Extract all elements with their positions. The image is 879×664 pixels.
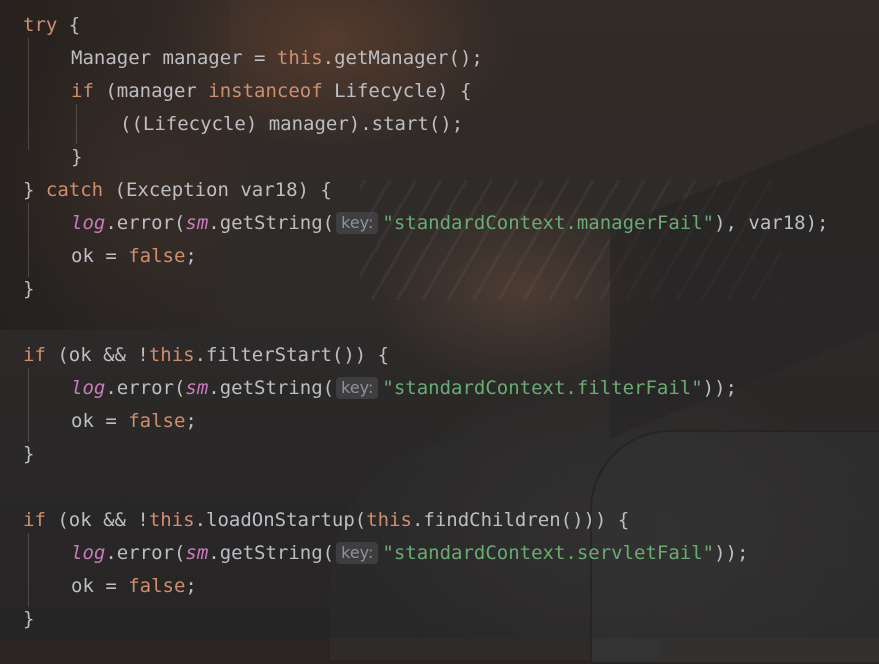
code-line-12: log.error(sm.getString(key: "standardCont… xyxy=(71,372,737,405)
code-text: } xyxy=(23,608,35,630)
keyword: this xyxy=(148,344,195,366)
keyword: false xyxy=(128,575,186,597)
code-text: .getString( xyxy=(208,542,335,564)
parameter-hint: key: xyxy=(336,212,379,234)
keyword: this xyxy=(276,47,323,69)
string-literal: "standardContext.filterFail" xyxy=(382,377,703,399)
code-line-16: if (ok && !this.loadOnStartup(this.findC… xyxy=(23,504,629,537)
code-text: } xyxy=(23,179,46,201)
code-line-11: if (ok && !this.filterStart()) { xyxy=(23,339,389,372)
field-name: log xyxy=(71,542,106,564)
keyword: catch xyxy=(45,179,104,201)
code-text: ok = xyxy=(71,410,129,432)
code-line-2: Manager manager = this.getManager(); xyxy=(71,42,483,75)
indent-guide xyxy=(28,533,29,607)
code-text: .loadOnStartup( xyxy=(194,509,367,531)
keyword: false xyxy=(128,410,186,432)
keyword: this xyxy=(366,509,412,531)
code-line-8: ok = false; xyxy=(71,240,197,273)
code-text: } xyxy=(71,146,83,168)
parameter-hint: key: xyxy=(336,542,379,564)
code-text: ; xyxy=(185,410,197,432)
code-text: (ok && ! xyxy=(45,509,149,531)
code-editor[interactable]: try { Manager manager = this.getManager(… xyxy=(0,0,879,638)
field-name: log xyxy=(71,212,106,234)
keyword: instanceof xyxy=(208,80,323,102)
field-name: sm xyxy=(185,377,209,399)
code-text: .error( xyxy=(105,212,186,234)
code-text: Manager manager = xyxy=(71,47,277,69)
code-text: .getString( xyxy=(208,212,335,234)
code-text: (manager xyxy=(93,80,209,102)
field-name: sm xyxy=(185,212,209,234)
code-line-18: ok = false; xyxy=(71,570,197,603)
code-line-3: if (manager instanceof Lifecycle) { xyxy=(71,75,471,108)
keyword: if xyxy=(71,80,94,102)
code-line-19: } xyxy=(23,603,34,636)
code-line-6: } catch (Exception var18) { xyxy=(23,174,332,207)
code-text: { xyxy=(57,14,81,36)
code-text: .findChildren())) { xyxy=(411,509,630,531)
code-text: (Exception var18) { xyxy=(103,179,332,201)
keyword: this xyxy=(148,509,195,531)
code-text: } xyxy=(23,443,35,465)
indent-guide xyxy=(28,368,29,442)
code-text: .getString( xyxy=(208,377,335,399)
code-text: )); xyxy=(714,542,749,564)
keyword: if xyxy=(23,509,46,531)
code-text: .filterStart()) { xyxy=(194,344,390,366)
code-line-5: } xyxy=(71,141,82,174)
field-name: log xyxy=(71,377,106,399)
code-text: } xyxy=(23,278,35,300)
code-text: )); xyxy=(702,377,737,399)
code-text: Lifecycle) { xyxy=(322,80,472,102)
code-text: (ok && ! xyxy=(45,344,149,366)
indent-guide xyxy=(76,104,77,144)
string-literal: "standardContext.managerFail" xyxy=(382,212,715,234)
code-line-9: } xyxy=(23,273,34,306)
code-text: .getManager(); xyxy=(322,47,483,69)
string-literal: "standardContext.servletFail" xyxy=(382,542,715,564)
code-text: ((Lifecycle) manager).start(); xyxy=(120,113,464,135)
code-text: ok = xyxy=(71,575,129,597)
indent-guide xyxy=(28,38,29,150)
code-line-1: try { xyxy=(23,9,80,42)
keyword: try xyxy=(23,14,58,36)
code-line-7: log.error(sm.getString(key: "standardCont… xyxy=(71,207,829,240)
code-text: ), var18); xyxy=(714,212,829,234)
code-text: ; xyxy=(185,245,197,267)
field-name: sm xyxy=(185,542,209,564)
indent-guide xyxy=(28,203,29,277)
code-line-14: } xyxy=(23,438,34,471)
code-text: ; xyxy=(185,575,197,597)
code-line-17: log.error(sm.getString(key: "standardCont… xyxy=(71,537,748,570)
code-text: .error( xyxy=(105,542,186,564)
code-text: .error( xyxy=(105,377,186,399)
parameter-hint: key: xyxy=(336,377,379,399)
keyword: false xyxy=(128,245,186,267)
code-line-13: ok = false; xyxy=(71,405,197,438)
code-line-4: ((Lifecycle) manager).start(); xyxy=(120,108,463,141)
keyword: if xyxy=(23,344,46,366)
code-text: ok = xyxy=(71,245,129,267)
